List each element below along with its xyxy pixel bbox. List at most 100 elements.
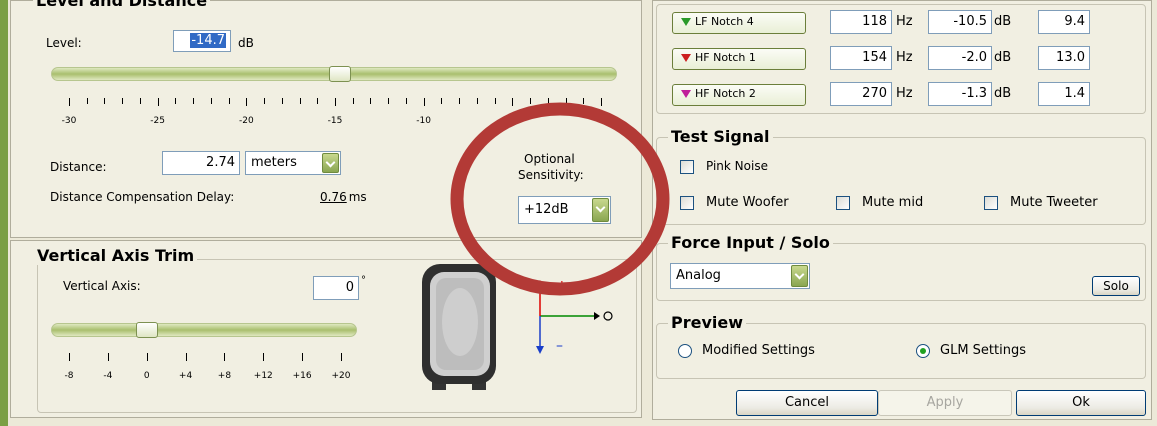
notch-button[interactable]: LF Notch 4 — [672, 12, 806, 34]
vertical-axis-tick — [341, 353, 342, 361]
level-scale-label: -25 — [150, 116, 165, 126]
vertical-axis-scale-label: +8 — [217, 371, 232, 381]
vertical-axis-label: Vertical Axis: — [63, 279, 141, 293]
mute-mid-checkbox[interactable] — [836, 196, 850, 210]
notch-frequency-field[interactable]: 154 — [830, 46, 892, 70]
vertical-axis-scale-label: +20 — [331, 371, 351, 381]
solo-button[interactable]: Solo — [1092, 276, 1140, 296]
notch-frequency-unit: Hz — [896, 50, 913, 65]
apply-button[interactable]: Apply — [878, 390, 1012, 416]
modified-settings-radio[interactable] — [678, 344, 692, 358]
level-scale-tick — [246, 98, 248, 106]
triangle-down-green-icon — [681, 18, 691, 26]
test-signal-title: Test Signal — [668, 127, 773, 146]
vertical-axis-tick — [107, 353, 109, 361]
vertical-axis-scale-label: +16 — [292, 371, 312, 381]
test-signal-group — [656, 137, 1146, 225]
force-input-title: Force Input / Solo — [668, 233, 833, 252]
notch-gain-field[interactable]: -1.3 — [928, 82, 992, 106]
level-scale-tick — [86, 98, 88, 104]
pink-noise-label[interactable]: Pink Noise — [706, 159, 768, 173]
vertical-axis-field[interactable]: 0 — [313, 276, 359, 300]
distance-unit-dropdown[interactable]: meters — [245, 151, 341, 175]
glm-settings-radio[interactable] — [916, 344, 930, 358]
mute-mid-label[interactable]: Mute mid — [862, 195, 923, 210]
distance-field[interactable]: 2.74 — [162, 151, 240, 175]
level-scale-tick — [228, 98, 230, 104]
notch-name: HF Notch 1 — [695, 51, 756, 64]
degree-unit: ° — [361, 275, 366, 286]
radio-selected-dot — [920, 348, 926, 354]
cancel-button[interactable]: Cancel — [736, 390, 878, 416]
level-scale-tick — [69, 98, 70, 106]
chevron-down-icon[interactable] — [322, 153, 339, 173]
level-scale-tick — [281, 98, 283, 104]
notch-gain-field[interactable]: -2.0 — [928, 46, 992, 70]
level-value: -14.7 — [190, 33, 226, 48]
vertical-axis-slider-thumb[interactable] — [135, 322, 158, 338]
left-window-edge — [0, 0, 8, 426]
vertical-axis-scale-label: +12 — [253, 371, 273, 381]
vertical-axis-tick — [263, 353, 265, 361]
mute-woofer-checkbox[interactable] — [680, 196, 694, 210]
input-dropdown-value: Analog — [676, 268, 721, 283]
mute-woofer-label[interactable]: Mute Woofer — [706, 195, 789, 210]
pink-noise-checkbox[interactable] — [680, 160, 694, 174]
level-slider-thumb[interactable] — [329, 66, 352, 82]
chevron-down-icon[interactable] — [791, 265, 808, 287]
distance-value: 2.74 — [206, 155, 235, 170]
delay-number: 0.76 — [320, 190, 347, 204]
notch-q-field[interactable]: 9.4 — [1038, 10, 1090, 34]
notch-gain-unit: dB — [994, 14, 1012, 29]
level-scale-tick — [193, 98, 195, 104]
triangle-down-red-icon — [681, 54, 691, 62]
mute-tweeter-label[interactable]: Mute Tweeter — [1010, 195, 1098, 210]
vertical-axis-scale-label: +4 — [178, 371, 193, 381]
level-scale-tick — [423, 98, 425, 106]
glm-settings-label[interactable]: GLM Settings — [940, 343, 1026, 358]
highlight-circle — [450, 102, 670, 296]
notch-frequency-field[interactable]: 118 — [830, 10, 892, 34]
level-scale-tick — [317, 98, 319, 104]
mute-tweeter-checkbox[interactable] — [984, 196, 998, 210]
level-scale-tick — [299, 98, 301, 104]
vertical-axis-tick — [69, 353, 70, 361]
vertical-axis-slider-track[interactable] — [51, 323, 357, 337]
delay-unit: ms — [348, 190, 367, 204]
vertical-axis-scale-label: -8 — [64, 371, 74, 381]
distance-label: Distance: — [50, 160, 107, 174]
input-dropdown[interactable]: Analog — [670, 263, 810, 289]
level-scale-tick — [210, 98, 212, 104]
notch-q-field[interactable]: 1.4 — [1038, 82, 1090, 106]
level-label: Level: — [46, 36, 82, 50]
delay-value: 0.76 ms — [320, 190, 367, 204]
level-unit: dB — [238, 36, 254, 50]
level-field[interactable]: -14.7 — [173, 30, 231, 52]
notch-q-field[interactable]: 13.0 — [1038, 46, 1090, 70]
level-scale-tick — [264, 98, 266, 104]
level-scale-tick — [405, 98, 407, 104]
notch-name: LF Notch 4 — [695, 15, 754, 28]
vertical-axis-title: Vertical Axis Trim — [34, 246, 198, 265]
triangle-down-magenta-icon — [681, 90, 691, 98]
notch-button[interactable]: HF Notch 2 — [672, 84, 806, 106]
level-scale-tick — [352, 98, 354, 104]
notch-frequency-field[interactable]: 270 — [830, 82, 892, 106]
notch-button[interactable]: HF Notch 1 — [672, 48, 806, 70]
level-distance-title: Level and Distance — [33, 0, 211, 10]
level-scale-tick — [388, 98, 390, 104]
notch-name: HF Notch 2 — [695, 87, 756, 100]
level-scale-tick — [175, 98, 177, 104]
modified-settings-label[interactable]: Modified Settings — [702, 343, 815, 358]
ok-button[interactable]: Ok — [1016, 390, 1146, 416]
level-scale-tick — [157, 98, 159, 106]
level-scale-label: -15 — [327, 116, 343, 126]
notch-frequency-unit: Hz — [896, 86, 913, 101]
vertical-axis-tick — [185, 353, 187, 361]
notch-gain-field[interactable]: -10.5 — [928, 10, 992, 34]
vertical-axis-value: 0 — [345, 280, 354, 295]
svg-text:–: – — [556, 338, 563, 354]
vertical-axis-scale-label: -4 — [103, 371, 113, 381]
vertical-axis-tick — [302, 353, 304, 361]
vertical-axis-tick — [146, 353, 148, 361]
